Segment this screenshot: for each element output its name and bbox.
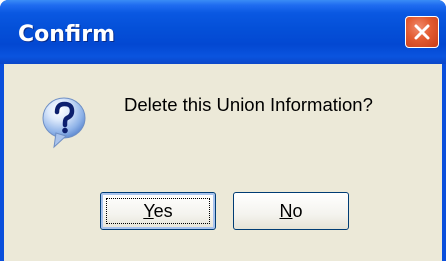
question-icon <box>42 97 86 149</box>
close-icon <box>414 24 430 40</box>
yes-mnemonic: Y <box>143 200 154 221</box>
no-label-rest: o <box>292 200 303 221</box>
dialog-title: Confirm <box>18 22 116 47</box>
title-bar[interactable]: Confirm <box>0 0 446 64</box>
no-button[interactable]: No <box>233 192 349 230</box>
yes-button-label: Yes <box>143 201 172 222</box>
dialog-body: Delete this Union Information? Yes No <box>4 64 442 261</box>
yes-button[interactable]: Yes <box>100 192 216 230</box>
no-button-label: No <box>279 201 302 222</box>
no-mnemonic: N <box>279 200 293 221</box>
yes-label-rest: es <box>153 200 173 221</box>
close-button[interactable] <box>405 16 439 48</box>
confirm-message: Delete this Union Information? <box>124 94 373 115</box>
confirm-dialog: Confirm Delete this Union Information? Y… <box>0 0 446 261</box>
